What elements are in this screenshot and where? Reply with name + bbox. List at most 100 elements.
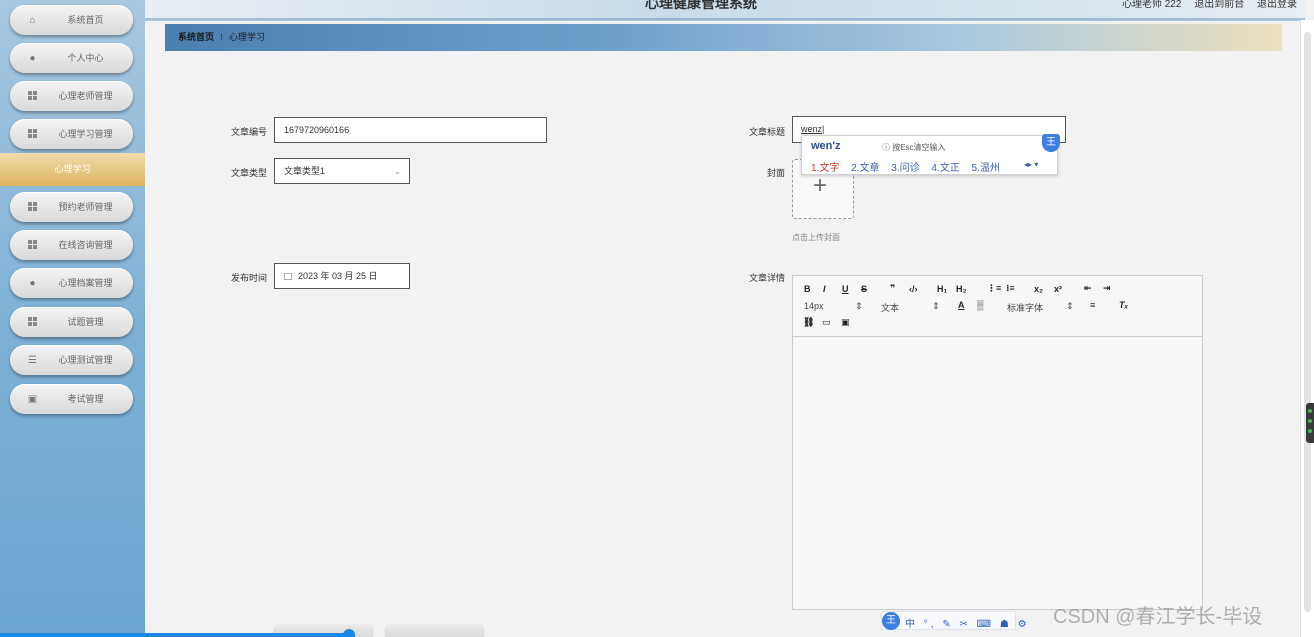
- progress-handle[interactable]: [343, 629, 355, 637]
- editor-toolbar: B I U S ❞ ‹/› H₁ H₂ ⋮≡ ⁝≡ x₂ x² ⇤ ⇥ 14px…: [793, 276, 1202, 337]
- ime-candidate[interactable]: 2.文章: [851, 163, 879, 174]
- font-size-select[interactable]: 14px: [804, 301, 824, 311]
- breadcrumb: 系统首页 ⁝ 心理学习: [165, 24, 1282, 51]
- breadcrumb-home[interactable]: 系统首页: [178, 32, 214, 42]
- heading-2-icon[interactable]: H₂: [956, 284, 967, 294]
- sidebar-item-label: 试题管理: [67, 317, 104, 327]
- publish-time-value: 2023 年 03 月 25 日: [298, 271, 378, 281]
- back-to-front-link[interactable]: 退出到前台: [1194, 0, 1244, 10]
- clear-format-icon[interactable]: Tₓ: [1119, 300, 1128, 310]
- ime-bar-tools-icon[interactable]: 中 °, ✎ ✂ ⌨ ☗ ⚙: [905, 615, 1030, 630]
- indent-decrease-icon[interactable]: ⇤: [1084, 283, 1092, 294]
- bold-icon[interactable]: B: [804, 284, 811, 294]
- cover-label: 封面: [766, 168, 785, 178]
- sidebar-item-questions[interactable]: 试题管理: [10, 307, 133, 337]
- sidebar-item-teacher-manage[interactable]: 心理老师管理: [10, 81, 133, 111]
- sidebar-item-tests[interactable]: ☰ 心理测试管理: [10, 345, 133, 375]
- ime-bar-logo-icon: 王: [882, 612, 900, 630]
- background-color-icon[interactable]: ▒: [977, 300, 983, 310]
- ordered-list-icon[interactable]: ⋮≡: [987, 283, 1001, 294]
- user-label: 心理老师 222: [1121, 0, 1182, 10]
- bullet-list-icon[interactable]: ⁝≡: [1006, 283, 1015, 294]
- sidebar-item-label: 心理档案管理: [58, 278, 113, 288]
- breadcrumb-separator: ⁝: [220, 32, 223, 42]
- sliders-icon: ☰: [28, 355, 37, 366]
- sidebar-item-home[interactable]: ⌂ 系统首页: [10, 5, 133, 35]
- superscript-icon[interactable]: x²: [1054, 284, 1062, 294]
- sidebar-item-appointment[interactable]: 预约老师管理: [10, 192, 133, 222]
- header-user-area: 心理老师 222 退出到前台 退出登录: [1112, 0, 1297, 10]
- subscript-icon[interactable]: x₂: [1034, 284, 1043, 294]
- logout-link[interactable]: 退出登录: [1257, 0, 1297, 10]
- font-family-chevron-icon: ⇕: [1066, 301, 1074, 311]
- article-title-value: wenz: [801, 124, 823, 134]
- ime-candidate[interactable]: 5.温州: [972, 163, 1000, 174]
- link-icon[interactable]: ⛓: [803, 317, 814, 328]
- ime-candidate[interactable]: 4.文正: [931, 163, 959, 174]
- sidebar-item-label: 心理老师管理: [58, 91, 113, 101]
- font-color-icon[interactable]: A: [958, 300, 965, 310]
- sidebar-item-label: 心理测试管理: [58, 355, 113, 365]
- publish-time-picker[interactable]: 2023 年 03 月 25 日: [274, 263, 410, 289]
- block-type-chevron-icon: ⇕: [932, 301, 940, 311]
- ime-status-bar[interactable]: 王 中 °, ✎ ✂ ⌨ ☗ ⚙: [881, 611, 1027, 630]
- underline-icon[interactable]: U: [842, 284, 849, 294]
- video-progress-bar[interactable]: [0, 633, 355, 637]
- rich-text-editor[interactable]: B I U S ❞ ‹/› H₁ H₂ ⋮≡ ⁝≡ x₂ x² ⇤ ⇥ 14px…: [792, 275, 1203, 610]
- sidebar-item-study[interactable]: 心理学习: [0, 153, 145, 186]
- align-icon[interactable]: ≡: [1090, 300, 1095, 310]
- watermark: CSDN @春江学长-毕设: [1053, 600, 1262, 629]
- top-header: 心理健康管理系统 心理老师 222 退出到前台 退出登录: [145, 0, 1305, 20]
- plus-icon: +: [813, 172, 828, 199]
- article-no-input[interactable]: 1679720960166: [274, 117, 547, 143]
- ime-page-nav-icon[interactable]: ◂▸ ▾: [1024, 160, 1038, 169]
- sidebar-item-profile[interactable]: ● 个人中心: [10, 43, 133, 73]
- ime-candidate[interactable]: 1.文字: [811, 163, 839, 174]
- sidebar-item-label: 考试管理: [67, 394, 104, 404]
- sidebar-item-label: 个人中心: [67, 53, 104, 63]
- clipboard-icon: ▣: [27, 394, 38, 405]
- video-icon[interactable]: ▣: [841, 317, 850, 328]
- block-type-select[interactable]: 文本: [881, 301, 899, 314]
- cancel-button[interactable]: [386, 625, 483, 637]
- header-divider: [145, 18, 1305, 21]
- sidebar-item-label: 预约老师管理: [58, 202, 113, 212]
- italic-icon[interactable]: I: [823, 284, 826, 294]
- user-icon: ●: [29, 278, 36, 289]
- indent-increase-icon[interactable]: ⇥: [1103, 283, 1111, 294]
- grid-icon: [27, 202, 38, 213]
- heading-1-icon[interactable]: H₁: [937, 284, 947, 294]
- grid-icon: [27, 240, 38, 251]
- publish-time-label: 发布时间: [230, 273, 267, 283]
- side-widget-icon[interactable]: [1306, 403, 1314, 443]
- editor-content[interactable]: [793, 338, 1202, 610]
- strikethrough-icon[interactable]: S: [861, 284, 867, 294]
- watermark-text: CSDN @春江学长-毕设: [1053, 606, 1263, 628]
- ime-logo-icon: 王: [1042, 134, 1060, 152]
- sidebar-item-label: 系统首页: [67, 15, 104, 25]
- sidebar-item-exams[interactable]: ▣ 考试管理: [10, 384, 133, 414]
- article-no-label: 文章编号: [230, 127, 267, 137]
- article-type-select[interactable]: 文章类型1 ⌄: [274, 158, 410, 184]
- sidebar-item-label: 在线咨询管理: [58, 240, 113, 250]
- home-icon: ⌂: [29, 15, 36, 26]
- ime-candidates: 1.文字 2.文章 3.问诊 4.文正 5.温州: [811, 159, 1009, 174]
- scrollbar-track[interactable]: [1304, 32, 1311, 612]
- font-family-select[interactable]: 标准字体: [1007, 301, 1043, 314]
- article-type-label: 文章类型: [230, 168, 267, 178]
- blockquote-icon[interactable]: ❞: [890, 283, 895, 294]
- breadcrumb-current: 心理学习: [228, 32, 265, 42]
- app-title: 心理健康管理系统: [645, 0, 757, 11]
- code-block-icon[interactable]: ‹/›: [909, 284, 918, 294]
- sidebar: ⌂ 系统首页 ● 个人中心 心理老师管理 心理学习管理 心理学习 预约老师管理 …: [0, 0, 145, 637]
- ime-hint: ⓘ 按Esc清空输入: [882, 143, 946, 152]
- article-title-label: 文章标题: [748, 127, 785, 137]
- ime-candidate[interactable]: 3.问诊: [891, 163, 919, 174]
- sidebar-item-archive[interactable]: ● 心理档案管理: [10, 268, 133, 298]
- image-icon[interactable]: ▭: [822, 317, 831, 328]
- page-scrollbar[interactable]: [1300, 20, 1314, 637]
- grid-icon: [27, 129, 38, 140]
- grid-icon: [27, 317, 38, 328]
- sidebar-item-study-manage[interactable]: 心理学习管理: [10, 119, 133, 149]
- sidebar-item-consult[interactable]: 在线咨询管理: [10, 230, 133, 260]
